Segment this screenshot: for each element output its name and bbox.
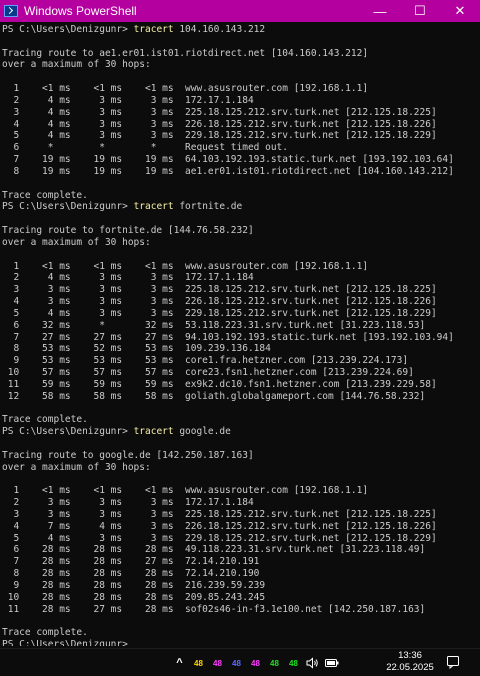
console-output-line: 6 * * * Request timed out. (2, 142, 288, 154)
console-output-line: Trace complete. (2, 414, 88, 426)
console-output-line: 2 3 ms 3 ms 3 ms 172.17.1.184 (2, 497, 254, 509)
console-output-line: 9 53 ms 53 ms 53 ms core1.fra.hetzner.co… (2, 355, 409, 367)
console-prompt-line: PS C:\Users\Denizgunr> (2, 639, 478, 646)
clock-date: 22.05.2025 (386, 662, 434, 673)
console-output-line: 7 19 ms 19 ms 19 ms 64.103.192.193.stati… (2, 154, 454, 166)
console-output-line: 8 19 ms 19 ms 19 ms ae1.er01.ist01.riotd… (2, 165, 454, 177)
command-argument: 104.160.143.212 (173, 24, 266, 35)
tray-monitor-icon-5[interactable]: 48 (265, 653, 284, 673)
console-output-line: 4 3 ms 3 ms 3 ms 226.18.125.212.srv.turk… (2, 296, 437, 308)
show-hidden-icons-chevron-icon[interactable]: ^ (170, 653, 189, 673)
console-output-line: over a maximum of 30 hops: (2, 461, 151, 473)
command-text: tracert (133, 426, 174, 438)
console-output-line: 10 28 ms 28 ms 28 ms 209.85.243.245 (2, 591, 266, 603)
console-output-line: Tracing route to ae1.er01.ist01.riotdire… (2, 47, 369, 59)
console-output-line: Trace complete. (2, 627, 88, 639)
window-title: Windows PowerShell (24, 4, 137, 18)
console-output-line: 6 28 ms 28 ms 28 ms 49.118.223.31.srv.tu… (2, 544, 426, 556)
console-output-line: 7 27 ms 27 ms 27 ms 94.103.192.193.stati… (2, 331, 454, 343)
console-output-line: Trace complete. (2, 189, 88, 201)
console-output-line: over a maximum of 30 hops: (2, 236, 151, 248)
console-output-line: 5 4 ms 3 ms 3 ms 229.18.125.212.srv.turk… (2, 130, 437, 142)
console-output-line: 2 4 ms 3 ms 3 ms 172.17.1.184 (2, 272, 254, 284)
console-prompt-line: PS C:\Users\Denizgunr> tracert google.de (2, 426, 478, 438)
taskbar: ^ 48 48 48 48 48 48 13:36 22.05.2025 (0, 648, 480, 676)
console-output-line: 1 <1 ms <1 ms <1 ms www.asusrouter.com [… (2, 485, 369, 497)
console-output-line: 5 4 ms 3 ms 3 ms 229.18.125.212.srv.turk… (2, 532, 437, 544)
command-text: tracert (133, 24, 174, 35)
command-argument: google.de (173, 426, 231, 438)
console-output-line: over a maximum of 30 hops: (2, 59, 151, 71)
minimize-button[interactable]: — (360, 0, 400, 22)
prompt-text: PS C:\Users\Denizgunr> (2, 426, 134, 438)
console-output-line: 3 3 ms 3 ms 3 ms 225.18.125.212.srv.turk… (2, 508, 437, 520)
console-output-line: 1 <1 ms <1 ms <1 ms www.asusrouter.com [… (2, 260, 369, 272)
window-titlebar[interactable]: Windows PowerShell — ☐ ✕ (0, 0, 480, 22)
command-text: tracert (133, 201, 174, 213)
console-output-line: 5 4 ms 3 ms 3 ms 229.18.125.212.srv.turk… (2, 307, 437, 319)
system-tray: ^ 48 48 48 48 48 48 (170, 653, 341, 673)
speaker-icon[interactable] (303, 653, 322, 673)
console-output-line: 10 57 ms 57 ms 57 ms core23.fsn1.hetzner… (2, 367, 414, 379)
tray-monitor-icon-4[interactable]: 48 (246, 653, 265, 673)
command-argument: fortnite.de (173, 201, 243, 213)
prompt-text: PS C:\Users\Denizgunr> (2, 639, 134, 646)
console-output-line: 9 28 ms 28 ms 28 ms 216.239.59.239 (2, 579, 266, 591)
console-prompt-line: PS C:\Users\Denizgunr> tracert fortnite.… (2, 201, 478, 213)
battery-icon[interactable] (322, 653, 341, 673)
console-output-line: Tracing route to google.de [142.250.187.… (2, 449, 254, 461)
notification-icon[interactable] (446, 655, 460, 670)
console-output-line: 11 28 ms 27 ms 28 ms sof02s46-in-f3.1e10… (2, 603, 426, 615)
console-output-line: 8 28 ms 28 ms 28 ms 72.14.210.190 (2, 568, 260, 580)
console-output-line: 6 32 ms * 32 ms 53.118.223.31.srv.turk.n… (2, 319, 426, 331)
console-output-line: Tracing route to fortnite.de [144.76.58.… (2, 225, 254, 237)
tray-monitor-icon-1[interactable]: 48 (189, 653, 208, 673)
console-prompt-line: PS C:\Users\Denizgunr> tracert 104.160.1… (2, 24, 478, 36)
console-output-line: 1 <1 ms <1 ms <1 ms www.asusrouter.com [… (2, 83, 369, 95)
console-output-line: 3 3 ms 3 ms 3 ms 225.18.125.212.srv.turk… (2, 284, 437, 296)
tray-monitor-icon-3[interactable]: 48 (227, 653, 246, 673)
console-output-line: 4 7 ms 4 ms 3 ms 226.18.125.212.srv.turk… (2, 520, 437, 532)
powershell-icon (4, 5, 18, 17)
console-output-line: 8 53 ms 52 ms 53 ms 109.239.136.184 (2, 343, 271, 355)
console-output-line: 3 4 ms 3 ms 3 ms 225.18.125.212.srv.turk… (2, 106, 437, 118)
tray-monitor-icon-2[interactable]: 48 (208, 653, 227, 673)
tray-monitor-icon-6[interactable]: 48 (284, 653, 303, 673)
taskbar-clock[interactable]: 13:36 22.05.2025 (384, 650, 436, 674)
clock-time: 13:36 (398, 650, 422, 661)
console-output-line: 12 58 ms 58 ms 58 ms goliath.globalgamep… (2, 390, 426, 402)
close-button[interactable]: ✕ (440, 0, 480, 22)
console-output-line: 11 59 ms 59 ms 59 ms ex9k2.dc10.fsn1.het… (2, 378, 437, 390)
prompt-text: PS C:\Users\Denizgunr> (2, 201, 134, 213)
console-output[interactable]: PS C:\Users\Denizgunr> tracert 104.160.1… (2, 24, 478, 646)
maximize-button[interactable]: ☐ (400, 0, 440, 22)
console-output-line: 7 28 ms 28 ms 27 ms 72.14.210.191 (2, 556, 260, 568)
console-output-line: 2 4 ms 3 ms 3 ms 172.17.1.184 (2, 94, 254, 106)
console-output-line: 4 4 ms 3 ms 3 ms 226.18.125.212.srv.turk… (2, 118, 437, 130)
prompt-text: PS C:\Users\Denizgunr> (2, 24, 134, 35)
